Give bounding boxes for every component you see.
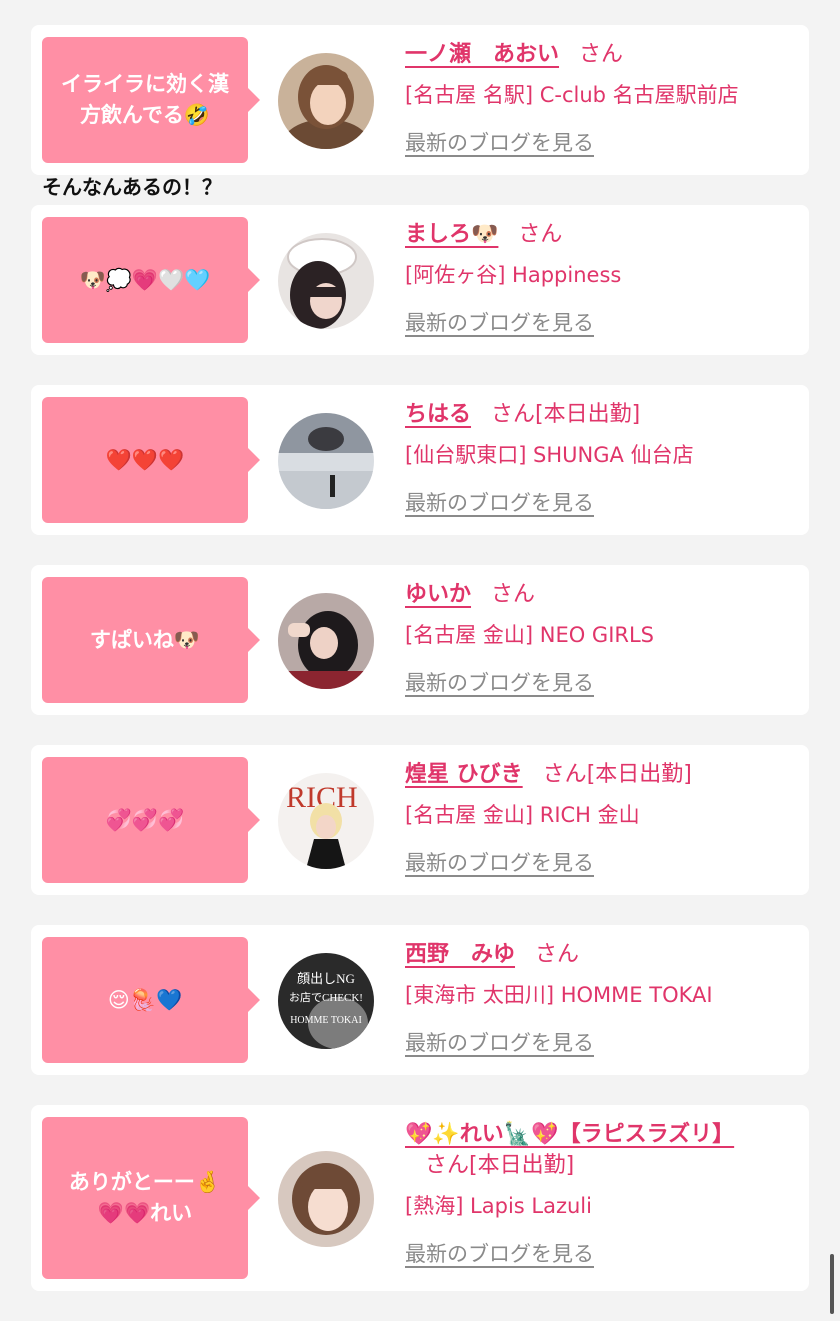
svg-text:HOMME TOKAI: HOMME TOKAI: [290, 1015, 362, 1026]
girl-name-link[interactable]: 西野 みゆ: [405, 942, 515, 967]
comment-bubble: 💞💞💞: [42, 757, 260, 883]
attendance-status: [本日出勤]: [586, 762, 692, 787]
shop-label[interactable]: [阿佐ヶ谷] Happiness: [405, 261, 795, 289]
girl-name-link[interactable]: ゆいか: [405, 582, 471, 607]
comment-bubble: 🐶💭💗🤍🩵: [42, 217, 260, 343]
girl-name-link[interactable]: ちはる: [405, 402, 471, 427]
scrollbar[interactable]: [830, 1254, 834, 1314]
latest-blog-link[interactable]: 最新のブログを見る: [405, 487, 594, 517]
girl-name-link[interactable]: ましろ🐶: [405, 222, 498, 247]
svg-text:顔出しNG: 顔出しNG: [297, 971, 355, 986]
honorific: さん: [425, 1153, 470, 1178]
standalone-comment: そんなんあるの！？: [42, 175, 222, 199]
honorific: さん: [535, 942, 580, 967]
comment-bubble: ありがとーー🤞 💗💗れい: [42, 1117, 260, 1279]
girl-name-link[interactable]: 煌星 ひびき: [405, 762, 523, 787]
comment-bubble: すぱいね🐶: [42, 577, 260, 703]
comment-card: ありがとーー🤞 💗💗れい 💖✨れい🗽💖【ラピスラズリ】さん[本日出勤] [熱海]…: [31, 1105, 809, 1291]
girl-avatar[interactable]: [278, 233, 374, 329]
girl-avatar[interactable]: RICH: [278, 773, 374, 869]
avatar-photo-icon: [278, 233, 374, 329]
girl-avatar[interactable]: [278, 413, 374, 509]
latest-blog-link[interactable]: 最新のブログを見る: [405, 1238, 594, 1268]
girl-name-link[interactable]: 💖✨れい🗽💖【ラピスラズリ】: [405, 1122, 734, 1147]
comment-bubble: イライラに効く漢方飲んでる🤣: [42, 37, 260, 163]
latest-blog-link[interactable]: 最新のブログを見る: [405, 847, 594, 877]
honorific: さん: [491, 402, 536, 427]
girl-avatar[interactable]: [278, 53, 374, 149]
shop-label[interactable]: [熱海] Lapis Lazuli: [405, 1192, 745, 1220]
comment-card: 🐶💭💗🤍🩵 ましろ🐶 さん [阿佐ヶ谷] Happiness 最新のブログを見る: [31, 205, 809, 355]
shop-label[interactable]: [名古屋 名駅] C-club 名古屋駅前店: [405, 81, 795, 109]
honorific: さん: [491, 582, 536, 607]
honorific: さん: [579, 42, 624, 67]
honorific: さん: [518, 222, 563, 247]
girl-avatar[interactable]: [278, 1151, 374, 1247]
avatar-photo-icon: [278, 1151, 374, 1247]
honorific: さん: [542, 762, 587, 787]
girl-avatar[interactable]: [278, 593, 374, 689]
svg-text:お店でCHECK!: お店でCHECK!: [289, 990, 363, 1004]
avatar-photo-icon: [278, 593, 374, 689]
diary-comment-list: イライラに効く漢方飲んでる🤣 一ノ瀬 あおい さん [名古屋 名駅] C-club…: [31, 25, 809, 1321]
attendance-status: [本日出勤]: [469, 1153, 575, 1178]
comment-bubble: 😌🪼💙: [42, 937, 260, 1063]
shop-label[interactable]: [仙台駅東口] SHUNGA 仙台店: [405, 441, 795, 469]
comment-card: すぱいね🐶 ゆいか さん [名古屋 金山] NEO GIRLS 最新のブログを見る: [31, 565, 809, 715]
avatar-photo-icon: [278, 413, 374, 509]
latest-blog-link[interactable]: 最新のブログを見る: [405, 1027, 594, 1057]
girl-name-link[interactable]: 一ノ瀬 あおい: [405, 42, 559, 67]
comment-bubble: ❤️❤️❤️: [42, 397, 260, 523]
avatar-photo-icon: [278, 53, 374, 149]
avatar-photo-icon: 顔出しNG お店でCHECK! HOMME TOKAI: [278, 953, 374, 1049]
latest-blog-link[interactable]: 最新のブログを見る: [405, 127, 594, 157]
latest-blog-link[interactable]: 最新のブログを見る: [405, 667, 594, 697]
attendance-status: [本日出勤]: [535, 402, 641, 427]
latest-blog-link[interactable]: 最新のブログを見る: [405, 307, 594, 337]
avatar-photo-icon: RICH: [278, 773, 374, 869]
shop-label[interactable]: [名古屋 金山] NEO GIRLS: [405, 621, 795, 649]
comment-card: 😌🪼💙 顔出しNG お店でCHECK! HOMME TOKAI 西野 みゆ さん …: [31, 925, 809, 1075]
shop-label[interactable]: [名古屋 金山] RICH 金山: [405, 801, 795, 829]
comment-card: ❤️❤️❤️ ちはる さん[本日出勤] [仙台駅東口] SHUNGA 仙台店 最新…: [31, 385, 809, 535]
shop-label[interactable]: [東海市 太田川] HOMME TOKAI: [405, 981, 795, 1009]
girl-avatar[interactable]: 顔出しNG お店でCHECK! HOMME TOKAI: [278, 953, 374, 1049]
comment-card: 💞💞💞 RICH 煌星 ひびき さん[本日出勤] [名古屋 金山] RICH 金山…: [31, 745, 809, 895]
comment-card: イライラに効く漢方飲んでる🤣 一ノ瀬 あおい さん [名古屋 名駅] C-club…: [31, 25, 809, 175]
